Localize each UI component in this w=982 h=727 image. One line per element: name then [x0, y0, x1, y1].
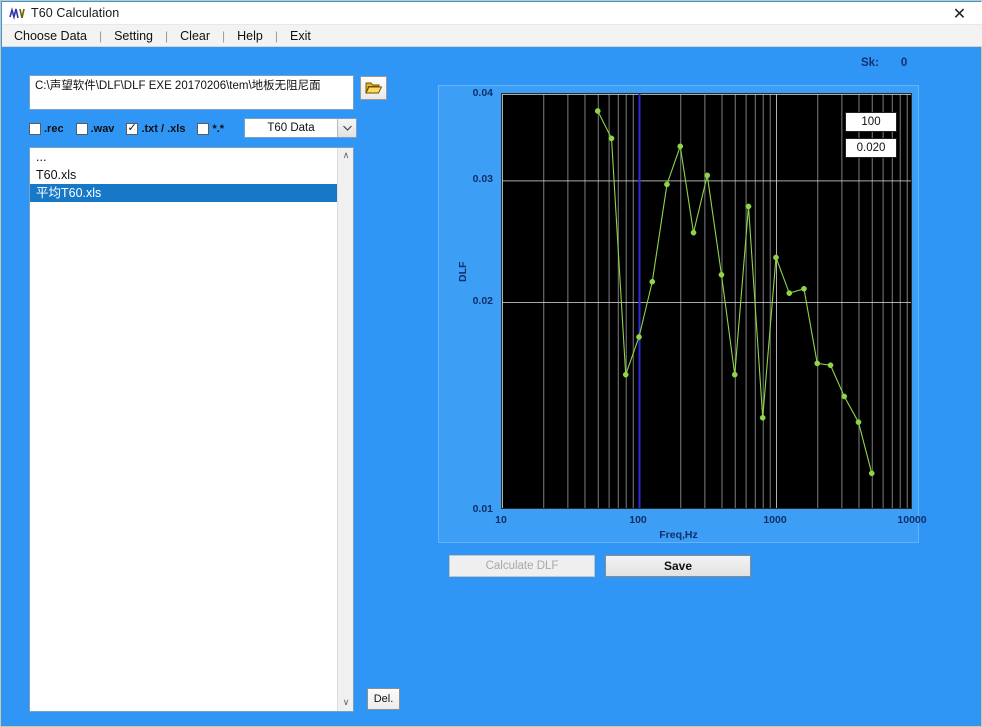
y-axis-tick-label: 0.02: [472, 295, 493, 307]
close-icon[interactable]: ✕: [937, 2, 982, 25]
checkbox-txt-xls-label: .txt / .xls: [141, 123, 186, 135]
x-axis-tick-label: 10000: [897, 514, 927, 526]
checkbox-txt-xls-box[interactable]: [126, 121, 139, 135]
sk-label: Sk:: [861, 57, 879, 69]
menu-item-choose-data[interactable]: Choose Data: [2, 25, 99, 47]
sk-value: 0: [900, 57, 908, 69]
menu-item-setting[interactable]: Setting: [102, 25, 165, 47]
y-axis-tick-label: 0.03: [472, 173, 493, 186]
data-type-select[interactable]: T60 Data: [244, 118, 357, 138]
save-button[interactable]: Save: [605, 555, 751, 577]
checkbox-all-files[interactable]: *.*: [197, 123, 224, 135]
y-axis-tick-label: 0.04: [472, 87, 493, 99]
checkbox-rec-box[interactable]: [29, 123, 41, 135]
y-axis-title: DLF: [457, 261, 469, 282]
data-type-select-value: T60 Data: [267, 122, 315, 134]
list-item[interactable]: ...: [30, 148, 353, 166]
x-axis-tick-label: 10: [495, 514, 507, 526]
list-item[interactable]: T60.xls: [30, 166, 353, 184]
chart-panel: 100 0.020 DLF Freq,Hz 0.01 0.02 0.03 0.04 1…: [438, 85, 927, 543]
app-logo-icon: [8, 5, 26, 21]
calculate-dlf-button[interactable]: Calculate DLF: [449, 555, 595, 577]
file-list[interactable]: ... T60.xls 平均T60.xls ∧ ∨: [29, 147, 354, 712]
chevron-down-icon[interactable]: [337, 119, 356, 137]
dlf-frequency-chart[interactable]: 100 0.020: [501, 93, 912, 509]
checkbox-all-files-label: *.*: [212, 123, 225, 135]
title-bar: T60 Calculation ✕: [2, 2, 982, 25]
menu-item-exit[interactable]: Exit: [278, 25, 323, 47]
readout-frequency: 100: [845, 112, 897, 132]
list-item[interactable]: 平均T60.xls: [30, 184, 353, 202]
file-list-scrollbar[interactable]: ∧ ∨: [337, 148, 353, 711]
menu-item-help[interactable]: Help: [225, 25, 275, 47]
checkbox-rec[interactable]: .rec: [29, 123, 64, 135]
menu-item-clear[interactable]: Clear: [168, 25, 222, 47]
checkbox-wav-box[interactable]: [75, 123, 88, 135]
window-title: T60 Calculation: [31, 6, 120, 20]
checkbox-wav[interactable]: .wav: [75, 123, 115, 135]
readout-dlf: 0.020: [845, 138, 897, 158]
x-axis-title: Freq,Hz: [659, 529, 698, 541]
x-axis-tick-label: 100: [629, 514, 647, 526]
checkbox-wav-label: .wav: [90, 123, 115, 135]
folder-open-icon[interactable]: [360, 76, 387, 100]
x-axis-tick-label: 1000: [763, 514, 787, 526]
menu-bar: Choose Data | Setting | Clear | Help | E…: [2, 25, 982, 47]
checkbox-all-files-box[interactable]: [197, 123, 210, 135]
checkbox-txt-xls[interactable]: .txt / .xls: [126, 121, 186, 135]
path-input[interactable]: C:\声望软件\DLF\DLF EXE 20170206\tem\地板无阻尼面: [29, 75, 354, 110]
delete-button[interactable]: Del.: [367, 688, 400, 710]
chevron-up-icon[interactable]: ∧: [338, 148, 353, 164]
sk-readout: Sk: 0: [861, 57, 971, 73]
checkbox-rec-label: .rec: [44, 123, 64, 135]
app-window: T60 Calculation ✕ Choose Data | Setting …: [0, 0, 982, 727]
chevron-down-icon[interactable]: ∨: [338, 695, 353, 711]
